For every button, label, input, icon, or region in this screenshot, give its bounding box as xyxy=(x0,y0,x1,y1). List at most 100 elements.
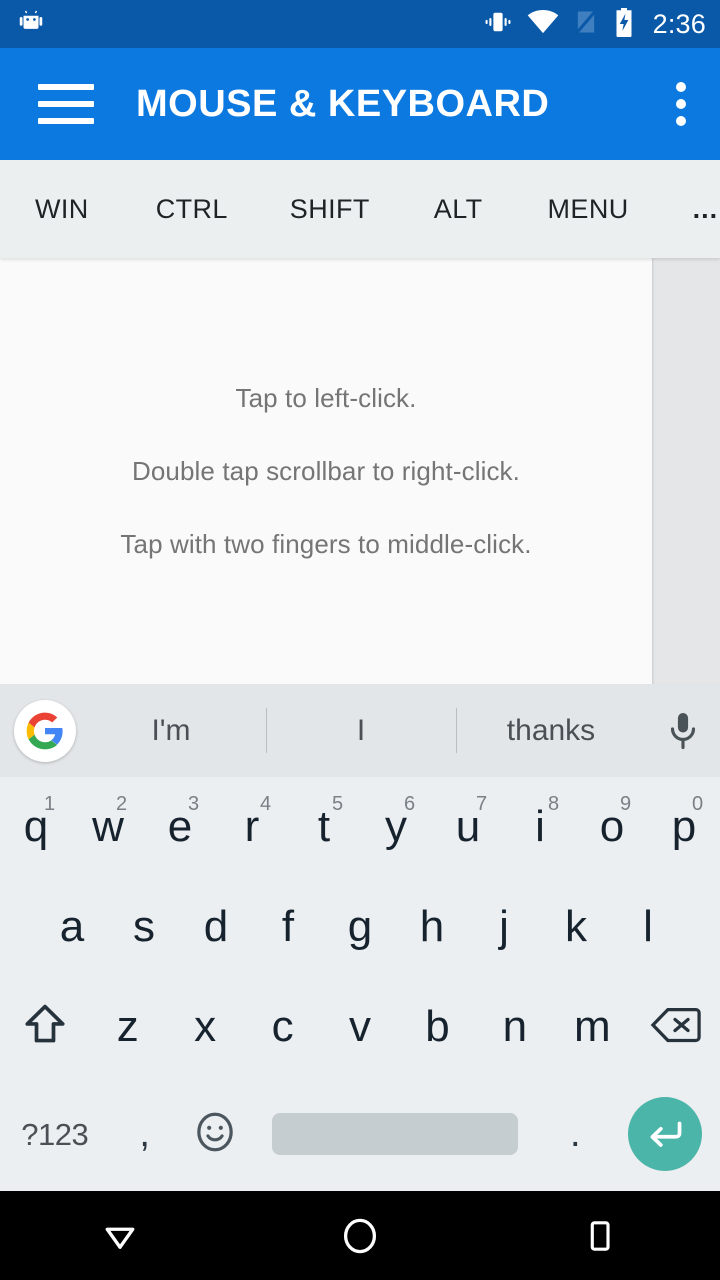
keyboard-row-3: z x c v b n m xyxy=(0,977,720,1077)
android-robot-icon xyxy=(16,7,46,42)
key-hint: 2 xyxy=(116,793,128,815)
key-d[interactable]: d xyxy=(180,877,252,977)
key-label: c xyxy=(271,1002,294,1051)
key-x[interactable]: x xyxy=(166,977,243,1077)
status-bar: 2:36 xyxy=(0,0,720,48)
key-label: i xyxy=(535,802,545,851)
comma-key[interactable]: , xyxy=(109,1077,180,1191)
key-h[interactable]: h xyxy=(396,877,468,977)
key-t[interactable]: 5t xyxy=(288,777,360,877)
space-key[interactable] xyxy=(251,1077,540,1191)
suggestion-item-3[interactable]: thanks xyxy=(456,684,646,777)
period-key[interactable]: . xyxy=(540,1077,611,1191)
emoji-smiley-icon xyxy=(194,1111,236,1158)
google-g-logo[interactable] xyxy=(14,699,76,762)
key-hint: 4 xyxy=(260,793,272,815)
key-n[interactable]: n xyxy=(476,977,553,1077)
key-hint: 1 xyxy=(44,793,56,815)
wifi-icon xyxy=(527,9,559,40)
key-label: l xyxy=(643,902,653,951)
key-p[interactable]: 0p xyxy=(648,777,720,877)
modifier-key-alt[interactable]: ALT xyxy=(430,184,487,235)
modifier-key-menu[interactable]: MENU xyxy=(544,184,633,235)
suggestion-item-2[interactable]: I xyxy=(266,684,456,777)
key-c[interactable]: c xyxy=(244,977,321,1077)
key-i[interactable]: 8i xyxy=(504,777,576,877)
key-label: , xyxy=(139,1113,150,1155)
modifier-key-shift[interactable]: SHIFT xyxy=(286,184,374,235)
key-e[interactable]: 3e xyxy=(144,777,216,877)
key-s[interactable]: s xyxy=(108,877,180,977)
key-label: a xyxy=(59,902,85,951)
key-g[interactable]: g xyxy=(324,877,396,977)
status-clock: 2:36 xyxy=(652,8,706,39)
emoji-key[interactable] xyxy=(180,1077,251,1191)
shift-key[interactable] xyxy=(0,977,89,1077)
key-r[interactable]: 4r xyxy=(216,777,288,877)
enter-key[interactable] xyxy=(611,1077,720,1191)
no-sim-signal-icon xyxy=(573,8,599,41)
keyboard-row-4: ?123 , . xyxy=(0,1077,720,1191)
key-w[interactable]: 2w xyxy=(72,777,144,877)
key-label: k xyxy=(565,902,587,951)
status-notification-area xyxy=(16,7,46,42)
microphone-icon[interactable] xyxy=(646,684,720,777)
key-label: n xyxy=(502,1002,528,1051)
modifier-key-win[interactable]: WIN xyxy=(31,184,93,235)
modifier-key-ctrl[interactable]: CTRL xyxy=(152,184,232,235)
key-label: r xyxy=(244,802,260,851)
key-label: d xyxy=(203,902,229,951)
recents-square-icon[interactable] xyxy=(480,1191,720,1280)
key-k[interactable]: k xyxy=(540,877,612,977)
status-icons: 2:36 xyxy=(483,7,706,42)
key-l[interactable]: l xyxy=(612,877,684,977)
battery-charging-icon xyxy=(613,7,635,42)
key-label: ?123 xyxy=(21,1116,89,1152)
key-label: z xyxy=(116,1002,139,1051)
enter-return-icon xyxy=(628,1097,703,1171)
key-label: m xyxy=(573,1002,611,1051)
key-z[interactable]: z xyxy=(89,977,166,1077)
key-hint: 8 xyxy=(548,793,560,815)
suggestion-item-1[interactable]: I'm xyxy=(76,684,266,777)
key-hint: 9 xyxy=(620,793,632,815)
touchpad-hint-1: Tap to left-click. xyxy=(235,382,417,413)
modifier-overflow-button[interactable]: ... xyxy=(689,184,720,235)
app-bar: MOUSE & KEYBOARD xyxy=(0,48,720,160)
key-v[interactable]: v xyxy=(321,977,398,1077)
home-circle-icon[interactable] xyxy=(240,1191,480,1280)
symbols-key[interactable]: ?123 xyxy=(0,1077,109,1191)
key-hint: 7 xyxy=(476,793,488,815)
modifier-key-bar: WIN CTRL SHIFT ALT MENU ... xyxy=(0,160,720,258)
backspace-icon xyxy=(650,1004,702,1051)
key-label: g xyxy=(347,902,373,951)
key-m[interactable]: m xyxy=(554,977,631,1077)
key-label: v xyxy=(349,1002,371,1051)
keyboard-row-1: 1q 2w 3e 4r 5t 6y 7u 8i 9o 0p xyxy=(0,777,720,877)
phone-screen: 2:36 MOUSE & KEYBOARD WIN CTRL SHIFT ALT… xyxy=(0,0,720,1280)
key-q[interactable]: 1q xyxy=(0,777,72,877)
system-navigation-bar xyxy=(0,1191,720,1280)
key-f[interactable]: f xyxy=(252,877,324,977)
key-j[interactable]: j xyxy=(468,877,540,977)
key-hint: 6 xyxy=(404,793,416,815)
scrollbar-strip[interactable] xyxy=(652,258,720,684)
keyboard-dismiss-down-icon[interactable] xyxy=(0,1191,240,1280)
key-hint: 0 xyxy=(692,793,704,815)
key-label: j xyxy=(499,902,509,951)
overflow-menu-icon[interactable] xyxy=(670,76,692,132)
key-hint: 3 xyxy=(188,793,200,815)
suggestion-list: I'm I thanks xyxy=(76,684,646,777)
key-o[interactable]: 9o xyxy=(576,777,648,877)
key-u[interactable]: 7u xyxy=(432,777,504,877)
page-title: MOUSE & KEYBOARD xyxy=(136,82,550,125)
key-hint: 5 xyxy=(332,793,344,815)
key-label: f xyxy=(281,902,295,951)
key-y[interactable]: 6y xyxy=(360,777,432,877)
spacebar-surface xyxy=(272,1113,519,1155)
key-b[interactable]: b xyxy=(399,977,476,1077)
backspace-key[interactable] xyxy=(631,977,720,1077)
key-a[interactable]: a xyxy=(36,877,108,977)
touchpad-surface[interactable]: Tap to left-click. Double tap scrollbar … xyxy=(0,258,652,684)
hamburger-menu-icon[interactable] xyxy=(38,84,94,124)
